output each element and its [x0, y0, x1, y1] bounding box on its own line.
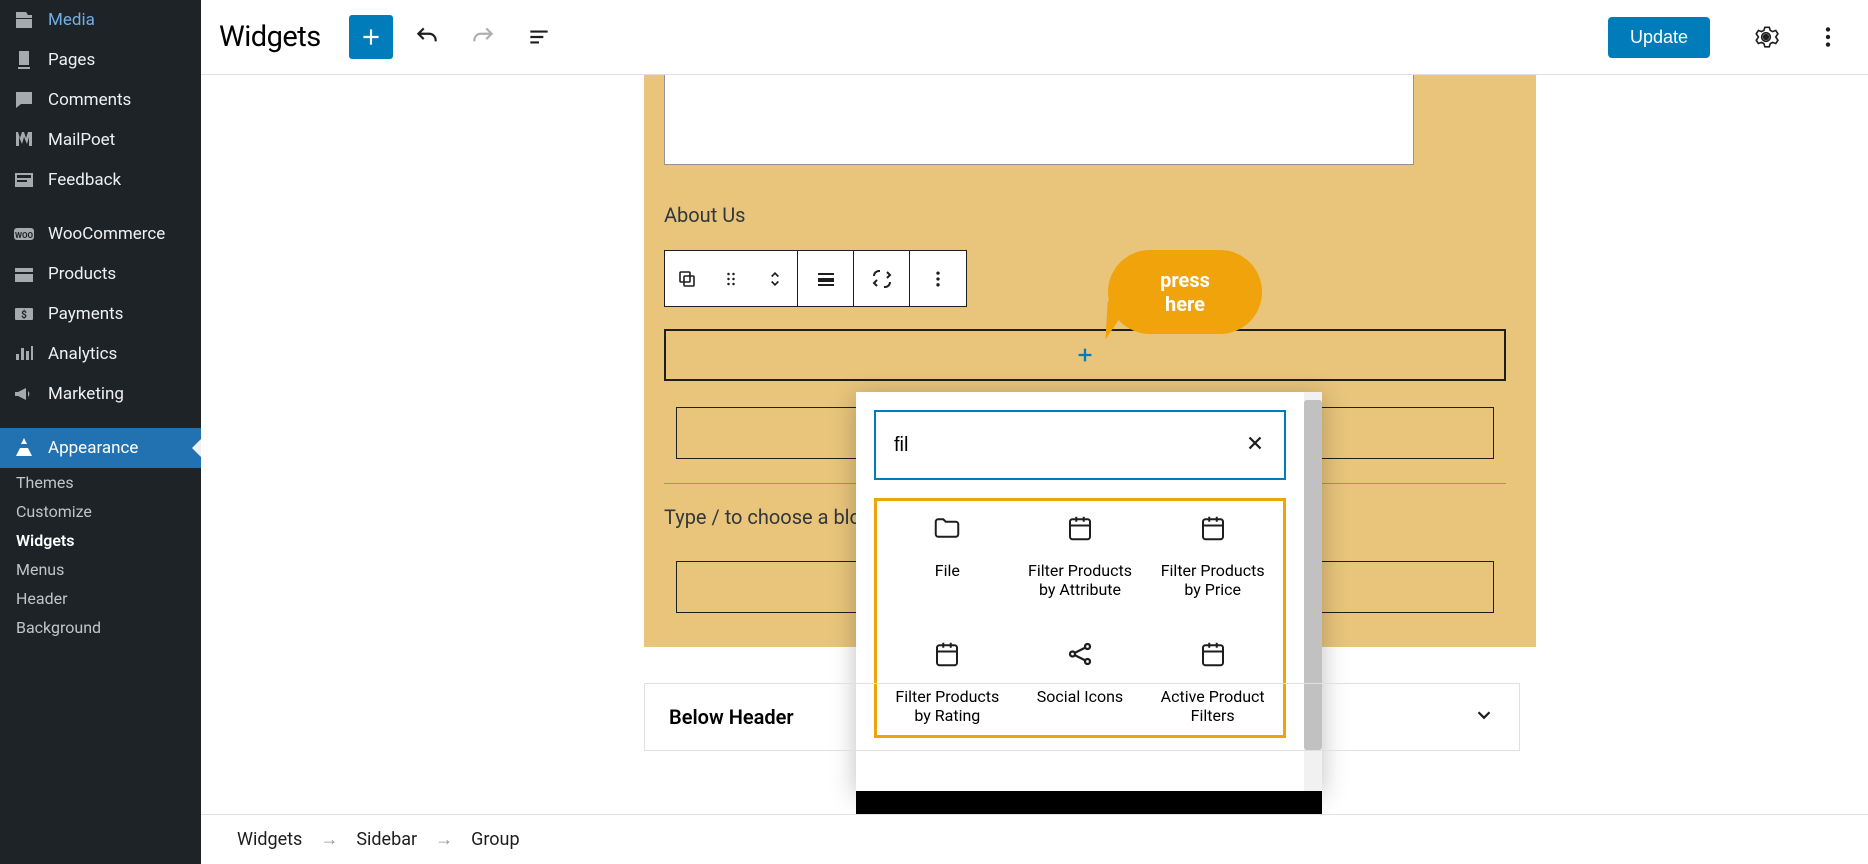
- sidebar-sub-themes[interactable]: Themes: [0, 468, 201, 497]
- sidebar-item-label: Analytics: [48, 344, 117, 364]
- woo-icon: WOO: [12, 222, 36, 246]
- marketing-icon: [12, 382, 36, 406]
- breadcrumb-item[interactable]: Group: [471, 829, 519, 850]
- block-option-filter-attribute[interactable]: Filter Products by Attribute: [1014, 513, 1147, 599]
- clear-search-icon[interactable]: [1244, 432, 1266, 458]
- payments-icon: $: [12, 302, 36, 326]
- heading-about-us[interactable]: About Us: [664, 203, 746, 227]
- media-icon: [12, 8, 36, 32]
- appearance-icon: [12, 436, 36, 460]
- block-appender[interactable]: [664, 329, 1506, 381]
- sidebar-item-label: Products: [48, 264, 116, 284]
- inserter-search-input[interactable]: [894, 434, 1244, 457]
- sidebar-item-comments[interactable]: Comments: [0, 80, 201, 120]
- drag-handle[interactable]: [709, 251, 753, 306]
- align-button[interactable]: [798, 251, 854, 306]
- paragraph-placeholder[interactable]: Type / to choose a blo: [664, 505, 861, 529]
- calendar-icon: [1065, 513, 1095, 547]
- editor-canvas: About Us: [201, 75, 1868, 864]
- analytics-icon: [12, 342, 36, 366]
- calendar-icon: [932, 639, 962, 673]
- admin-sidebar: Media Pages Comments MailPoet Feedback W…: [0, 0, 201, 864]
- sidebar-sub-widgets[interactable]: Widgets: [0, 526, 201, 555]
- mailpoet-icon: [12, 128, 36, 152]
- sidebar-item-label: MailPoet: [48, 130, 115, 150]
- sidebar-item-label: Comments: [48, 90, 131, 110]
- widget-area-below-header[interactable]: Below Header: [644, 683, 1520, 751]
- block-option-filter-price[interactable]: Filter Products by Price: [1146, 513, 1279, 599]
- move-updown-button[interactable]: [753, 251, 797, 306]
- chevron-down-icon: [1473, 704, 1495, 731]
- comments-icon: [12, 88, 36, 112]
- breadcrumb-item[interactable]: Widgets: [237, 829, 302, 850]
- breadcrumb: Widgets → Sidebar → Group: [201, 814, 1868, 864]
- editor-topbar: Widgets Update: [201, 0, 1868, 75]
- sidebar-item-pages[interactable]: Pages: [0, 40, 201, 80]
- sidebar-sub-header[interactable]: Header: [0, 584, 201, 613]
- update-button[interactable]: Update: [1608, 17, 1710, 58]
- tutorial-callout: presshere: [1108, 250, 1262, 334]
- sidebar-item-label: Media: [48, 10, 95, 30]
- more-options-button[interactable]: [1806, 15, 1850, 59]
- sidebar-item-label: Marketing: [48, 384, 124, 404]
- breadcrumb-separator: →: [320, 829, 338, 850]
- sidebar-sub-menus[interactable]: Menus: [0, 555, 201, 584]
- list-view-button[interactable]: [517, 15, 561, 59]
- sidebar-sub-customize[interactable]: Customize: [0, 497, 201, 526]
- sidebar-item-analytics[interactable]: Analytics: [0, 334, 201, 374]
- sidebar-item-mailpoet[interactable]: MailPoet: [0, 120, 201, 160]
- feedback-icon: [12, 168, 36, 192]
- sidebar-item-woocommerce[interactable]: WOO WooCommerce: [0, 214, 201, 254]
- redo-button[interactable]: [461, 15, 505, 59]
- folder-icon: [932, 513, 962, 547]
- breadcrumb-item[interactable]: Sidebar: [356, 829, 417, 850]
- main-area: Widgets Update: [201, 0, 1868, 864]
- products-icon: [12, 262, 36, 286]
- page-title: Widgets: [219, 20, 321, 54]
- settings-button[interactable]: [1744, 15, 1788, 59]
- undo-button[interactable]: [405, 15, 449, 59]
- block-option-file[interactable]: File: [881, 513, 1014, 599]
- widget-area-title: Below Header: [669, 705, 794, 729]
- pages-icon: [12, 48, 36, 72]
- share-icon: [1065, 639, 1095, 673]
- block-more-button[interactable]: [910, 251, 966, 306]
- sidebar-item-label: WooCommerce: [48, 224, 165, 244]
- sidebar-item-payments[interactable]: $ Payments: [0, 294, 201, 334]
- block-option-label: Filter Products by Attribute: [1020, 561, 1141, 599]
- sidebar-item-label: Payments: [48, 304, 123, 324]
- block-toolbar: [664, 250, 967, 307]
- block-type-button[interactable]: [665, 251, 709, 306]
- sidebar-item-label: Feedback: [48, 170, 121, 190]
- add-block-button[interactable]: [349, 15, 393, 59]
- sidebar-item-feedback[interactable]: Feedback: [0, 160, 201, 200]
- sidebar-item-appearance[interactable]: Appearance: [0, 428, 201, 468]
- svg-text:$: $: [21, 308, 27, 321]
- block-option-label: Filter Products by Price: [1152, 561, 1273, 599]
- sidebar-item-media[interactable]: Media: [0, 0, 201, 40]
- sidebar-item-label: Pages: [48, 50, 95, 70]
- breadcrumb-separator: →: [435, 829, 453, 850]
- svg-text:WOO: WOO: [15, 231, 34, 240]
- calendar-icon: [1198, 639, 1228, 673]
- calendar-icon: [1198, 513, 1228, 547]
- sidebar-sub-background[interactable]: Background: [0, 613, 201, 642]
- transform-button[interactable]: [854, 251, 910, 306]
- sidebar-item-marketing[interactable]: Marketing: [0, 374, 201, 414]
- inserter-search[interactable]: [874, 410, 1286, 480]
- sidebar-item-products[interactable]: Products: [0, 254, 201, 294]
- search-block-input[interactable]: [664, 75, 1414, 165]
- block-option-label: File: [935, 561, 960, 580]
- sidebar-item-label: Appearance: [48, 438, 138, 458]
